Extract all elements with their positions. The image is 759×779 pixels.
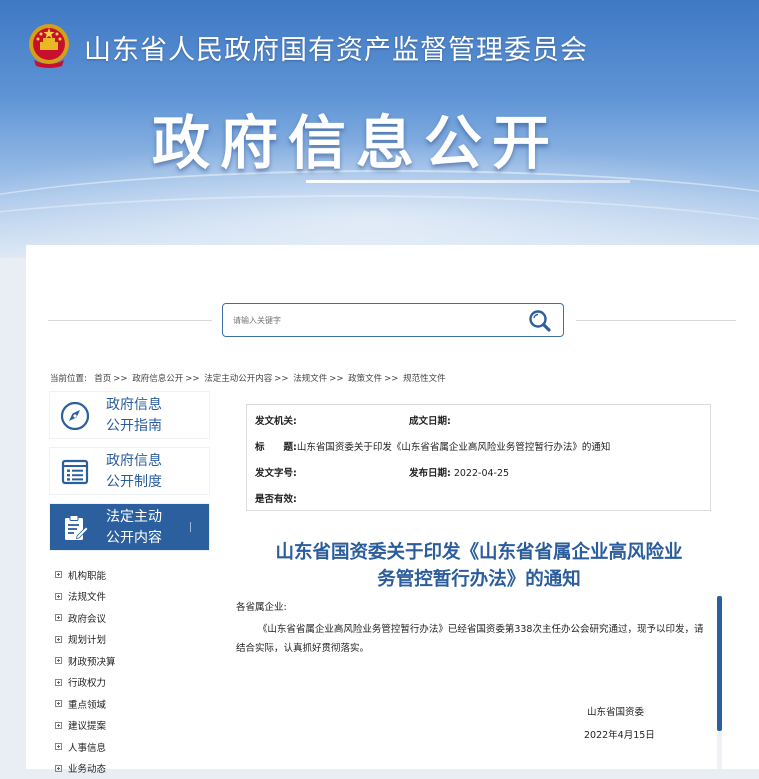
sidebar-card-statutory-content[interactable]: 法定主动 公开内容: [50, 504, 209, 550]
expand-plus-icon: [55, 593, 62, 600]
expand-plus-icon: [55, 679, 62, 686]
national-emblem-icon: [26, 22, 72, 70]
search-box: [222, 303, 564, 337]
search-input[interactable]: [231, 311, 511, 329]
sidebar-item-plans[interactable]: 规划计划: [55, 629, 205, 651]
list-icon: [60, 457, 90, 487]
compass-icon: [60, 401, 90, 431]
sidebar-item-gov-meetings[interactable]: 政府会议: [55, 607, 205, 629]
breadcrumb-item-normative-docs[interactable]: 规范性文件: [403, 374, 446, 384]
info-title: 标 题:山东省国资委关于印发《山东省省属企业高风险业务管控暂行办法》的通知: [255, 439, 610, 453]
document-scrollbar[interactable]: [717, 596, 722, 769]
info-issuer: 发文机关:: [255, 413, 297, 427]
sidebar-item-admin-power[interactable]: 行政权力: [55, 672, 205, 694]
breadcrumb-item-home[interactable]: 首页: [94, 374, 111, 384]
expand-plus-icon: [55, 743, 62, 750]
breadcrumb-label: 当前位置:: [50, 374, 87, 384]
info-doc-number: 发文字号:: [255, 465, 297, 479]
sidebar-item-regulations[interactable]: 法规文件: [55, 586, 205, 608]
search-row: [48, 303, 738, 339]
scrollbar-thumb[interactable]: [717, 596, 722, 731]
search-icon[interactable]: [527, 309, 553, 333]
sidebar-item-org-functions[interactable]: 机构职能: [55, 564, 205, 586]
info-created-date: 成文日期:: [409, 413, 451, 427]
breadcrumb-item-statutory-content[interactable]: 法定主动公开内容: [204, 374, 272, 384]
sidebar-item-personnel[interactable]: 人事信息: [55, 736, 205, 758]
document-signature: 山东省国资委: [587, 704, 644, 718]
breadcrumb-item-policy-docs[interactable]: 政策文件: [348, 374, 382, 384]
breadcrumb: 当前位置: 首页>> 政府信息公开>> 法定主动公开内容>> 法规文件>> 政策…: [50, 372, 448, 384]
expand-plus-icon: [55, 657, 62, 664]
document-date: 2022年4月15日: [584, 727, 655, 741]
document-edit-icon: [60, 513, 90, 543]
breadcrumb-item-regulations[interactable]: 法规文件: [293, 374, 327, 384]
sidebar-item-key-areas[interactable]: 重点领域: [55, 693, 205, 715]
header-banner: 山东省人民政府国有资产监督管理委员会 政府信息公开: [0, 0, 759, 258]
info-validity: 是否有效:: [255, 491, 297, 505]
sidebar-sub-list: 机构职能 法规文件 政府会议 规划计划 财政预决算 行政权力 重点领域 建议提案…: [55, 564, 205, 779]
title-underline: [306, 180, 630, 183]
info-published-date: 发布日期: 2022-04-25: [409, 465, 509, 479]
expand-plus-icon: [55, 636, 62, 643]
section-title: 政府信息公开: [152, 96, 560, 180]
org-name: 山东省人民政府国有资产监督管理委员会: [84, 28, 588, 67]
expand-plus-icon: [55, 700, 62, 707]
expand-plus-icon: [55, 614, 62, 621]
expand-plus-icon: [55, 722, 62, 729]
sidebar-item-news[interactable]: 业务动态: [55, 758, 205, 779]
sidebar-item-proposals[interactable]: 建议提案: [55, 715, 205, 737]
sidebar-item-budget[interactable]: 财政预决算: [55, 650, 205, 672]
document-salutation: 各省属企业:: [236, 599, 287, 613]
breadcrumb-item-info-disclosure[interactable]: 政府信息公开: [132, 374, 183, 384]
document-body: 《山东省省属企业高风险业务管控暂行办法》已经省国资委第338次主任办公会研究通过…: [236, 620, 712, 658]
expand-plus-icon: [55, 571, 62, 578]
sidebar-card-guide[interactable]: 政府信息 公开指南: [50, 392, 209, 438]
doc-info-table: 发文机关: 成文日期: 标 题:山东省国资委关于印发《山东省省属企业高风险业务管…: [246, 404, 711, 511]
document-title: 山东省国资委关于印发《山东省省属企业高风险业 务管控暂行办法》的通知: [236, 539, 722, 593]
expand-plus-icon: [55, 765, 62, 772]
sidebar-card-system[interactable]: 政府信息 公开制度: [50, 448, 209, 494]
